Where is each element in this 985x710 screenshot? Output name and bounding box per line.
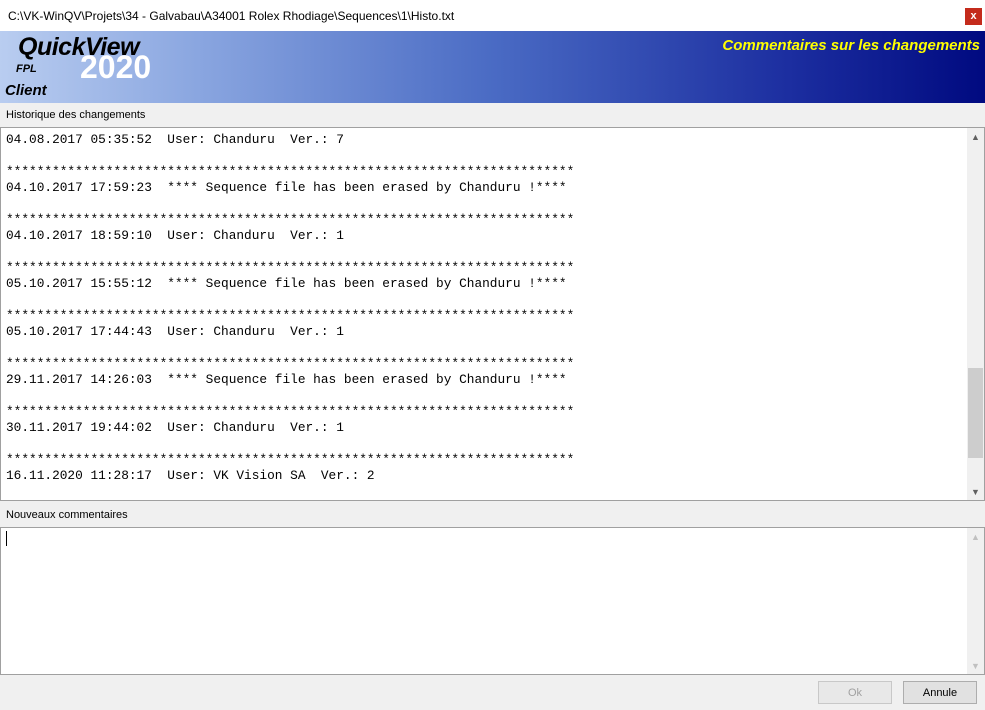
- logo-fpl: FPL: [16, 63, 37, 75]
- logo-client: Client: [5, 82, 47, 99]
- history-line: ****************************************…: [6, 356, 575, 371]
- history-line: [6, 340, 961, 356]
- history-line: ****************************************…: [6, 404, 575, 419]
- history-line: 05.10.2017 17:44:43 User: Chanduru Ver.:…: [6, 324, 344, 339]
- history-line: 04.10.2017 18:59:10 User: Chanduru Ver.:…: [6, 228, 344, 243]
- ok-button[interactable]: Ok: [818, 681, 892, 704]
- cancel-button[interactable]: Annule: [903, 681, 977, 704]
- history-line: [6, 436, 961, 452]
- history-line: ****************************************…: [6, 308, 575, 323]
- history-line: ****************************************…: [6, 212, 575, 227]
- history-line: 30.11.2017 19:44:02 User: Chanduru Ver.:…: [6, 420, 344, 435]
- scroll-down-icon[interactable]: ▼: [967, 483, 984, 500]
- history-line: [6, 244, 961, 260]
- history-textbox[interactable]: 04.08.2017 05:35:52 User: Chanduru Ver.:…: [0, 127, 985, 501]
- scroll-up-icon[interactable]: ▲: [967, 128, 984, 145]
- history-label: Historique des changements: [6, 109, 146, 121]
- history-line: 05.10.2017 15:55:12 **** Sequence file h…: [6, 276, 567, 291]
- title-bar[interactable]: C:\VK-WinQV\Projets\34 - Galvabau\A34001…: [0, 0, 985, 31]
- scroll-down-icon[interactable]: ▼: [967, 657, 984, 674]
- history-scrollbar[interactable]: ▲ ▼: [967, 128, 984, 500]
- scroll-up-icon[interactable]: ▲: [967, 528, 984, 545]
- history-line: 29.11.2017 14:26:03 **** Sequence file h…: [6, 372, 567, 387]
- header-banner: QuickView FPL 2020 Client Commentaires s…: [0, 31, 985, 103]
- close-button[interactable]: x: [965, 8, 982, 25]
- logo-year: 2020: [80, 49, 152, 85]
- comments-label: Nouveaux commentaires: [6, 509, 128, 521]
- history-line: [6, 292, 961, 308]
- history-line: ****************************************…: [6, 260, 575, 275]
- history-content[interactable]: 04.08.2017 05:35:52 User: Chanduru Ver.:…: [6, 132, 961, 496]
- history-line: [6, 148, 961, 164]
- close-icon: x: [970, 10, 977, 22]
- history-line: 04.10.2017 17:59:23 **** Sequence file h…: [6, 180, 567, 195]
- banner-title: Commentaires sur les changements: [722, 37, 980, 54]
- text-caret: [6, 531, 7, 546]
- history-line: 04.08.2017 05:35:52 User: Chanduru Ver.:…: [6, 132, 344, 147]
- scroll-thumb[interactable]: [968, 368, 983, 459]
- history-line: [6, 196, 961, 212]
- history-line: 16.11.2020 11:28:17 User: VK Vision SA V…: [6, 468, 375, 483]
- comments-textbox[interactable]: ▲ ▼: [0, 527, 985, 675]
- comments-scrollbar[interactable]: ▲ ▼: [967, 528, 984, 674]
- history-line: [6, 388, 961, 404]
- histo-window: C:\VK-WinQV\Projets\34 - Galvabau\A34001…: [0, 0, 985, 710]
- history-line: ****************************************…: [6, 164, 575, 179]
- history-line: ****************************************…: [6, 452, 575, 467]
- comments-input[interactable]: [4, 530, 959, 670]
- window-title: C:\VK-WinQV\Projets\34 - Galvabau\A34001…: [8, 9, 455, 23]
